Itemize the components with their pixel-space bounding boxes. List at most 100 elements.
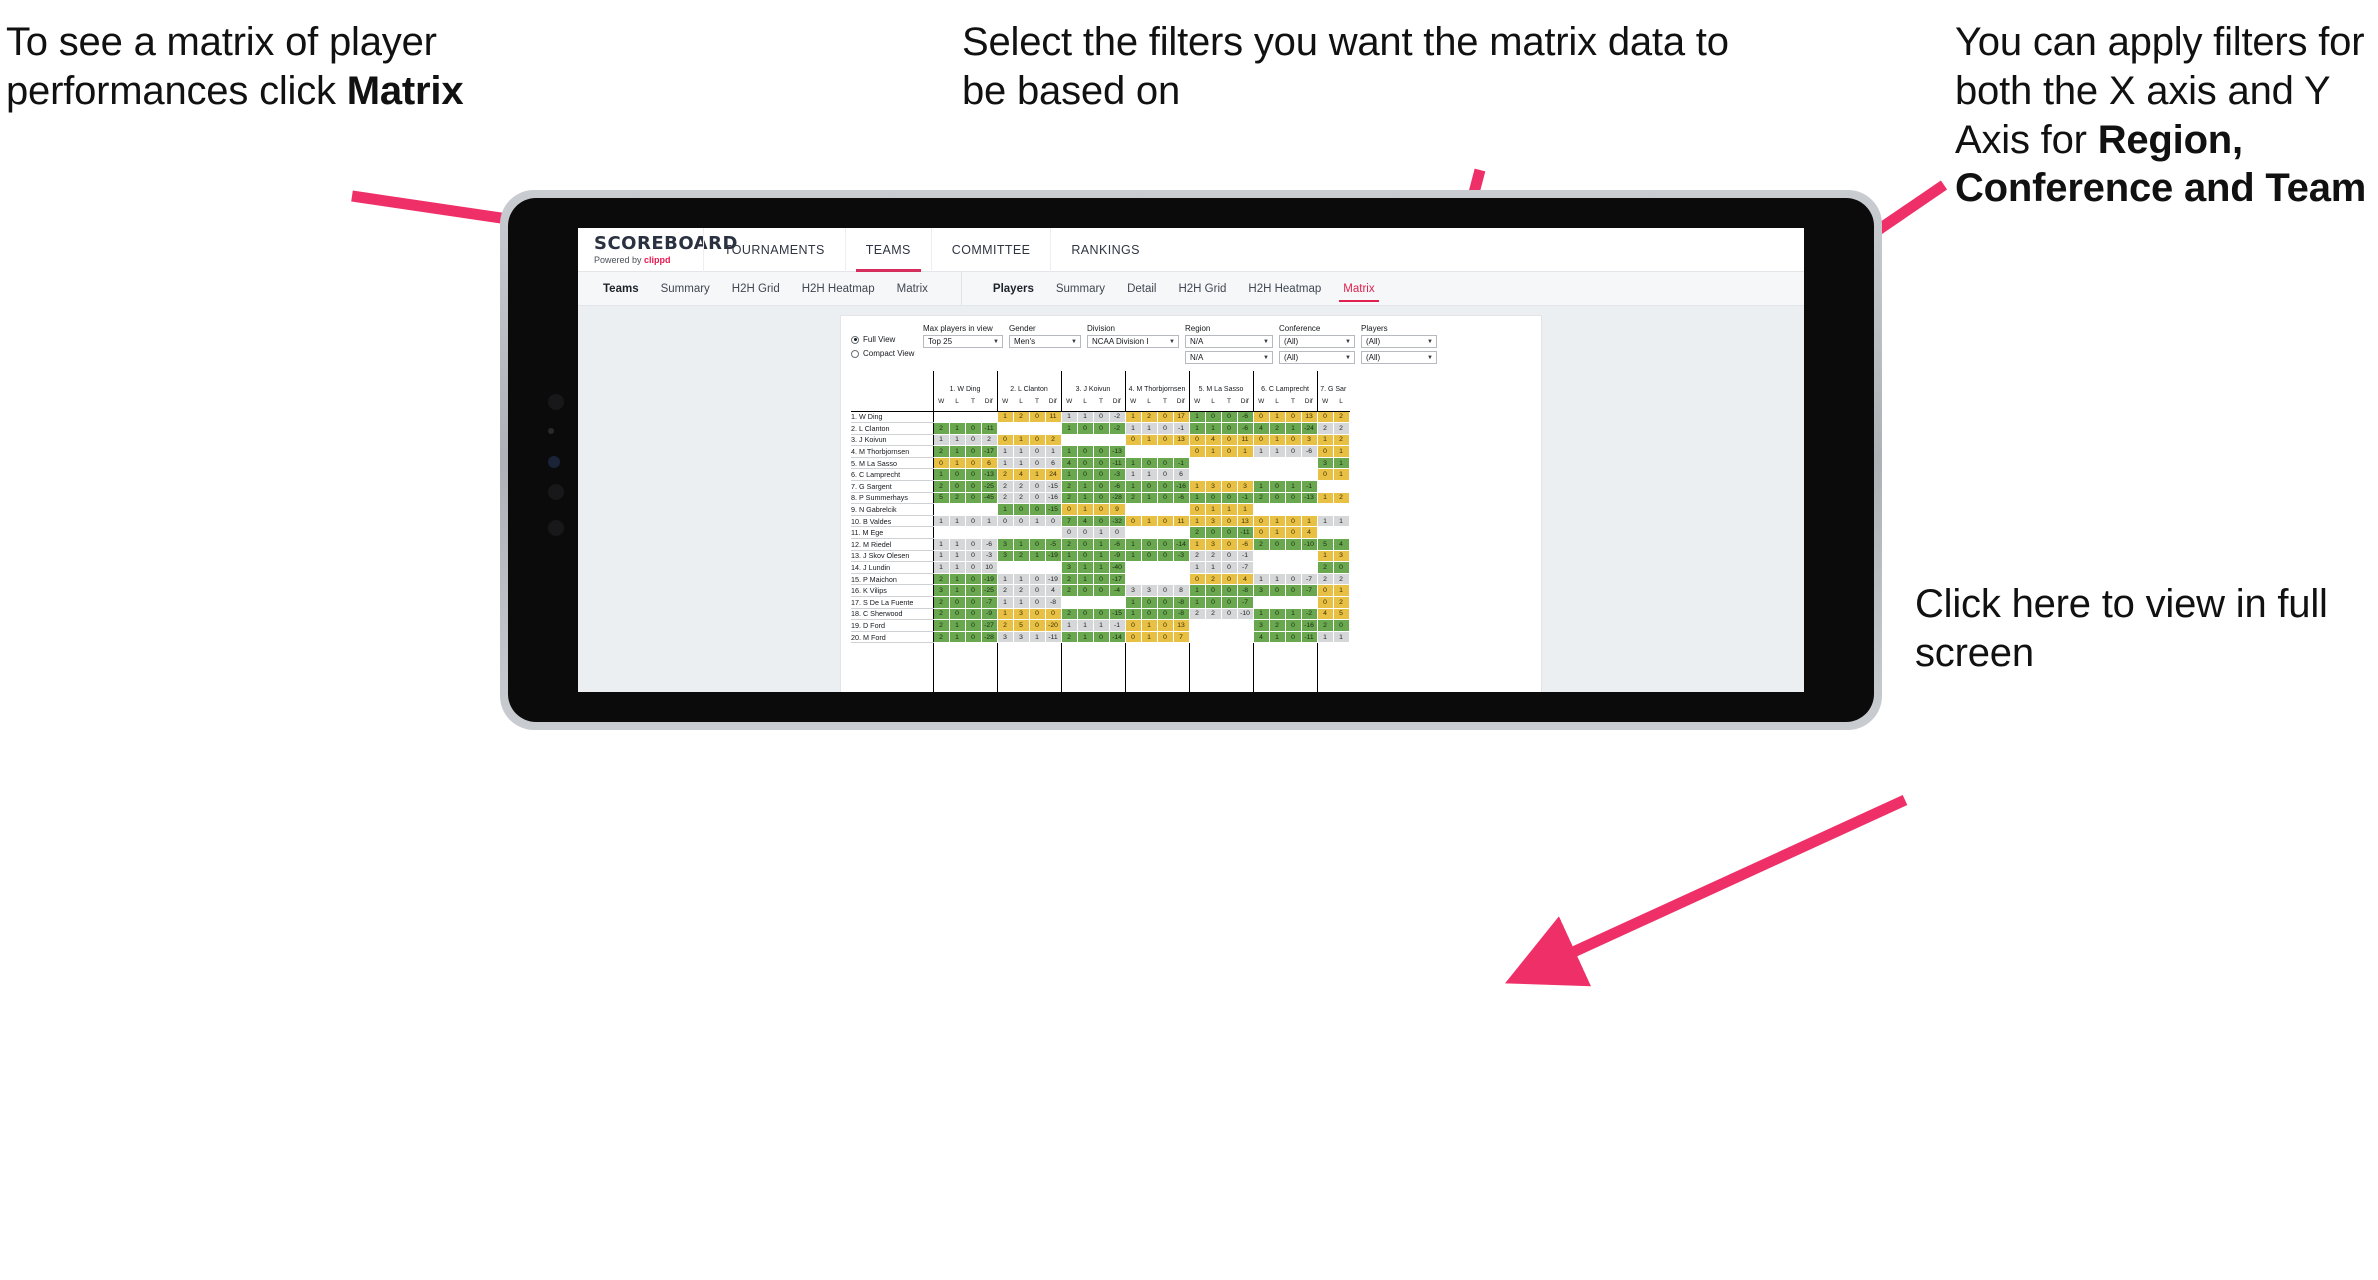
matrix-row-header[interactable]: 14. J Lundin <box>851 561 933 574</box>
matrix-cell[interactable] <box>1077 596 1094 609</box>
matrix-cell[interactable] <box>1333 503 1350 516</box>
matrix-cell[interactable]: 0 <box>932 457 950 470</box>
matrix-cell[interactable]: -6 <box>981 538 998 551</box>
radio-full-view[interactable]: Full View <box>851 335 923 344</box>
matrix-column-group-header[interactable]: 6. C Lamprecht <box>1252 371 1317 393</box>
matrix-cell[interactable] <box>996 422 1014 435</box>
matrix-cell[interactable]: 1 <box>1013 445 1030 458</box>
matrix-cell[interactable]: 2 <box>932 608 950 621</box>
matrix-cell[interactable]: 1 <box>1141 422 1158 435</box>
matrix-cell[interactable]: 0 <box>1093 515 1110 528</box>
matrix-cell[interactable]: 2 <box>1316 619 1334 632</box>
matrix-cell[interactable]: 1 <box>1188 596 1206 609</box>
matrix-cell[interactable]: 1 <box>1141 619 1158 632</box>
matrix-cell[interactable]: 0 <box>1029 492 1046 505</box>
matrix-cell[interactable]: -8 <box>1045 596 1062 609</box>
matrix-cell[interactable] <box>1221 619 1238 632</box>
matrix-cell[interactable]: 10 <box>981 561 998 574</box>
matrix-cell[interactable]: 0 <box>965 480 982 493</box>
matrix-cell[interactable]: 0 <box>1205 492 1222 505</box>
matrix-cell[interactable]: 2 <box>932 631 950 644</box>
matrix-cell[interactable]: 0 <box>1157 515 1174 528</box>
matrix-cell[interactable]: 1 <box>1093 538 1110 551</box>
matrix-cell[interactable]: 2 <box>932 480 950 493</box>
matrix-cell[interactable]: 2 <box>1252 492 1270 505</box>
matrix-cell[interactable]: -11 <box>1109 457 1126 470</box>
matrix-cell[interactable]: 0 <box>1269 492 1286 505</box>
matrix-cell[interactable]: 5 <box>1316 538 1334 551</box>
matrix-cell[interactable]: 1 <box>1060 445 1078 458</box>
matrix-cell[interactable]: 0 <box>1093 445 1110 458</box>
matrix-cell[interactable]: 11 <box>1045 411 1062 424</box>
matrix-cell[interactable]: 1 <box>949 631 966 644</box>
matrix-cell[interactable]: 0 <box>1029 480 1046 493</box>
matrix-cell[interactable]: 0 <box>1029 573 1046 586</box>
matrix-cell[interactable] <box>1045 422 1062 435</box>
matrix-cell[interactable]: 1 <box>949 550 966 563</box>
matrix-cell[interactable]: 1 <box>949 457 966 470</box>
matrix-cell[interactable] <box>949 526 966 540</box>
matrix-cell[interactable]: 1 <box>1269 573 1286 586</box>
matrix-cell[interactable]: -15 <box>1045 503 1062 516</box>
matrix-cell[interactable]: 17 <box>1173 411 1190 424</box>
matrix-cell[interactable]: 0 <box>965 538 982 551</box>
matrix-cell[interactable]: 1 <box>996 445 1014 458</box>
matrix-cell[interactable]: 1 <box>1029 631 1046 644</box>
matrix-cell[interactable] <box>1173 561 1190 574</box>
matrix-cell[interactable]: -6 <box>1173 492 1190 505</box>
matrix-cell[interactable]: 4 <box>1060 457 1078 470</box>
matrix-cell[interactable]: 0 <box>1029 608 1046 621</box>
matrix-cell[interactable] <box>1109 434 1126 447</box>
matrix-cell[interactable] <box>1124 561 1142 574</box>
matrix-cell[interactable] <box>996 561 1014 574</box>
matrix-cell[interactable]: 0 <box>1221 480 1238 493</box>
tab-players-detail[interactable]: Detail <box>1116 272 1167 306</box>
matrix-cell[interactable]: 1 <box>1077 573 1094 586</box>
matrix-cell[interactable]: 0 <box>1157 411 1174 424</box>
matrix-cell[interactable]: 2 <box>1316 573 1334 586</box>
matrix-cell[interactable] <box>1269 550 1286 563</box>
matrix-cell[interactable]: -8 <box>1173 608 1190 621</box>
matrix-cell[interactable]: 0 <box>1124 434 1142 447</box>
matrix-cell[interactable]: 1 <box>1029 515 1046 528</box>
matrix-cell[interactable] <box>1301 550 1318 563</box>
matrix-cell[interactable]: 2 <box>1252 538 1270 551</box>
matrix-cell[interactable]: 0 <box>1141 596 1158 609</box>
matrix-cell[interactable]: 2 <box>1060 573 1078 586</box>
matrix-cell[interactable]: 0 <box>1077 550 1094 563</box>
matrix-cell[interactable]: 0 <box>1285 434 1302 447</box>
matrix-cell[interactable]: 0 <box>1221 492 1238 505</box>
matrix-cell[interactable]: 2 <box>1269 422 1286 435</box>
matrix-cell[interactable]: 2 <box>932 422 950 435</box>
matrix-cell[interactable] <box>1221 631 1238 644</box>
filter-players-select-y[interactable]: (All) ▼ <box>1361 351 1437 364</box>
matrix-cell[interactable] <box>1285 468 1302 482</box>
matrix-cell[interactable]: 0 <box>1188 445 1206 458</box>
matrix-cell[interactable]: 2 <box>1124 492 1142 505</box>
matrix-cell[interactable] <box>1045 526 1062 540</box>
matrix-cell[interactable]: 0 <box>996 434 1014 447</box>
matrix-cell[interactable]: 1 <box>949 573 966 586</box>
matrix-cell[interactable]: 1 <box>949 619 966 632</box>
matrix-cell[interactable]: 3 <box>996 538 1014 551</box>
matrix-cell[interactable]: 1 <box>996 457 1014 470</box>
matrix-cell[interactable]: 1 <box>1141 492 1158 505</box>
matrix-cell[interactable]: 1 <box>1124 480 1142 493</box>
matrix-cell[interactable]: 0 <box>1141 480 1158 493</box>
matrix-cell[interactable]: 1 <box>1269 526 1286 540</box>
matrix-cell[interactable]: 1 <box>1141 468 1158 482</box>
matrix-cell[interactable]: 1 <box>1013 538 1030 551</box>
matrix-cell[interactable]: 1 <box>1141 515 1158 528</box>
matrix-cell[interactable]: 1 <box>1188 422 1206 435</box>
matrix-cell[interactable] <box>1060 434 1078 447</box>
matrix-cell[interactable]: -3 <box>1173 550 1190 563</box>
matrix-cell[interactable] <box>1301 596 1318 609</box>
matrix-cell[interactable]: 2 <box>1060 538 1078 551</box>
matrix-cell[interactable]: 0 <box>1316 445 1334 458</box>
tab-players-h2h-grid[interactable]: H2H Grid <box>1167 272 1237 306</box>
matrix-row-header[interactable]: 12. M Riedel <box>851 538 933 551</box>
matrix-cell[interactable]: 5 <box>1333 608 1350 621</box>
matrix-cell[interactable]: 0 <box>1045 608 1062 621</box>
matrix-cell[interactable]: 2 <box>1013 411 1030 424</box>
matrix-cell[interactable]: 3 <box>1013 608 1030 621</box>
